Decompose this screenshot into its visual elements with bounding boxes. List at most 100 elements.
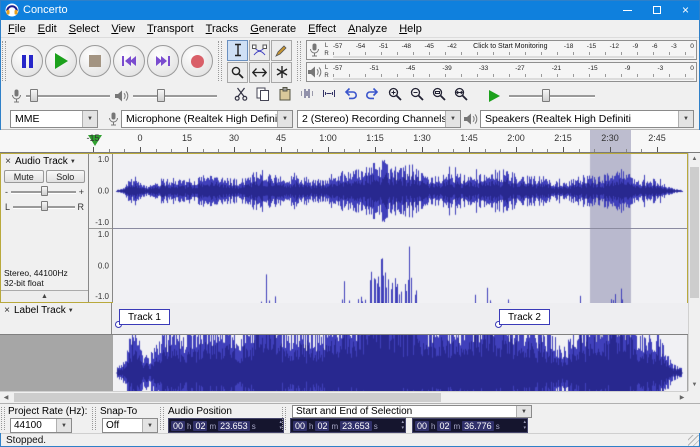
scroll-up-arrow-icon[interactable]: ▲ [689, 153, 700, 165]
recording-channels-combobox[interactable]: 2 (Stereo) Recording Channels▼ [297, 110, 461, 128]
horizontal-scrollbar-thumb[interactable] [14, 393, 441, 402]
envelope-tool-button[interactable] [249, 40, 270, 61]
project-rate-combobox[interactable]: 44100▼ [10, 418, 72, 433]
close-button[interactable]: × [671, 0, 700, 20]
zoom-fit-button[interactable] [450, 86, 471, 107]
minimize-button[interactable] [613, 0, 642, 20]
solo-button[interactable]: Solo [46, 170, 86, 183]
playback-volume-slider-thumb[interactable] [157, 89, 165, 102]
zoom-selection-button[interactable] [428, 86, 449, 107]
scroll-left-arrow-icon[interactable]: ◀ [0, 392, 12, 403]
zoom-out-button[interactable] [406, 86, 427, 107]
undo-button[interactable] [340, 86, 361, 107]
play-button[interactable] [45, 45, 77, 77]
scroll-down-arrow-icon[interactable]: ▼ [689, 379, 700, 391]
play-speed-slider[interactable] [509, 88, 595, 104]
menu-generate[interactable]: Generate [244, 22, 302, 36]
recording-meter[interactable]: LR -57-54-51-48-45-42Click to Start Moni… [306, 40, 697, 60]
vertical-scale-left-channel[interactable]: 1.00.0-1.0 [89, 154, 112, 229]
recording-volume-slider[interactable] [26, 88, 110, 104]
resize-grip[interactable] [688, 435, 700, 447]
scroll-right-arrow-icon[interactable]: ▶ [676, 392, 688, 403]
skip-to-end-button[interactable] [147, 45, 179, 77]
paste-button[interactable] [274, 86, 295, 107]
recording-meter-body[interactable]: -57-54-51-48-45-42Click to Start Monitor… [331, 41, 696, 59]
meter-toolbar-grip[interactable] [297, 41, 301, 81]
timeline-ruler[interactable]: -1501530451:001:151:301:452:002:152:302:… [0, 130, 700, 153]
menu-transport[interactable]: Transport [141, 22, 200, 36]
tools-toolbar-grip[interactable] [218, 41, 222, 81]
selection-tool-button[interactable] [227, 40, 248, 61]
label-text[interactable]: Track 1 [119, 309, 170, 325]
spinner-arrows-icon[interactable]: ▴▾ [399, 420, 404, 431]
snap-grip[interactable] [92, 407, 96, 430]
vertical-scrollbar[interactable]: ▲ ▼ [688, 153, 700, 391]
menu-select[interactable]: Select [63, 22, 106, 36]
horizontal-scrollbar[interactable]: ◀ ▶ [0, 391, 688, 403]
label-track-content[interactable]: Track 1 Track 2 [112, 303, 688, 334]
multi-tool-button[interactable] [271, 62, 292, 83]
draw-tool-button[interactable] [271, 40, 292, 61]
pan-slider-thumb[interactable] [41, 201, 48, 211]
label-track-menu-arrow-icon[interactable]: ▼ [68, 308, 74, 314]
playback-device-combobox[interactable]: Speakers (Realtek High Definiti▼ [480, 110, 694, 128]
label-track-close-button[interactable]: × [1, 305, 13, 317]
selection-grip[interactable] [282, 407, 286, 430]
position-grip[interactable] [160, 407, 164, 430]
audio-position-value[interactable]: 00h02m23.653s [170, 421, 257, 431]
audio-track-title[interactable]: Audio Track [15, 156, 68, 167]
play-speed-slider-thumb[interactable] [542, 89, 550, 102]
menu-effect[interactable]: Effect [302, 22, 342, 36]
menu-analyze[interactable]: Analyze [342, 22, 393, 36]
menu-edit[interactable]: Edit [32, 22, 63, 36]
recording-device-combobox[interactable]: Microphone (Realtek High Defini▼ [121, 110, 293, 128]
menu-help[interactable]: Help [393, 22, 428, 36]
selection-end-timebox[interactable]: 00h02m36.776s ▴▾ [412, 418, 528, 433]
zoom-in-button[interactable] [384, 86, 405, 107]
gain-slider-thumb[interactable] [41, 186, 48, 196]
mute-button[interactable]: Mute [4, 170, 44, 183]
record-button[interactable] [181, 45, 213, 77]
audio-host-combobox[interactable]: MME▼ [10, 110, 98, 128]
trim-audio-button[interactable] [296, 86, 317, 107]
gain-slider[interactable] [11, 185, 76, 198]
copy-button[interactable] [252, 86, 273, 107]
zoom-tool-button[interactable] [227, 62, 248, 83]
playback-meter-body[interactable]: -57-51-45-39-33-27-21-15-9-30 [331, 63, 696, 81]
recording-volume-slider-thumb[interactable] [30, 89, 38, 102]
vertical-scale-right-channel[interactable]: 1.00.0-1.0 [89, 229, 112, 302]
vertical-scrollbar-thumb[interactable] [690, 167, 699, 298]
label-text[interactable]: Track 2 [499, 309, 550, 325]
stop-button[interactable] [79, 45, 111, 77]
pan-slider[interactable] [13, 200, 74, 213]
transport-toolbar-grip[interactable] [2, 41, 6, 81]
menu-file[interactable]: File [2, 22, 32, 36]
selection-mode-combobox[interactable]: Start and End of Selection▼ [292, 405, 532, 418]
selection-end-value[interactable]: 00h02m36.776s [414, 421, 501, 431]
waveform-left-channel[interactable] [113, 154, 687, 229]
spinner-arrows-icon[interactable]: ▴▾ [521, 420, 526, 431]
playback-meter[interactable]: LR -57-51-45-39-33-27-21-15-9-30 [306, 62, 697, 82]
silence-audio-button[interactable] [318, 86, 339, 107]
selection-toolbar-grip[interactable] [1, 407, 5, 430]
skip-to-start-button[interactable] [113, 45, 145, 77]
monitoring-hint[interactable]: Click to Start Monitoring [470, 42, 550, 51]
audio-track-close-button[interactable]: × [2, 156, 14, 168]
timeshift-tool-button[interactable] [249, 62, 270, 83]
label-track-title[interactable]: Label Track [14, 305, 66, 316]
redo-button[interactable] [362, 86, 383, 107]
pause-button[interactable] [11, 45, 43, 77]
maximize-button[interactable] [642, 0, 671, 20]
playback-volume-slider[interactable] [133, 88, 217, 104]
title-bar[interactable]: Concerto × [0, 0, 700, 20]
cut-button[interactable] [230, 86, 251, 107]
menu-view[interactable]: View [105, 22, 141, 36]
snap-to-combobox[interactable]: Off▼ [102, 418, 158, 433]
audio-position-timebox[interactable]: 00h02m23.653s ▴▾ [168, 418, 284, 433]
menu-tracks[interactable]: Tracks [200, 22, 245, 36]
selection-start-value[interactable]: 00h02m23.653s [292, 421, 379, 431]
audio-track-menu-arrow-icon[interactable]: ▼ [70, 159, 76, 165]
collapse-track-button[interactable]: ▲ [1, 290, 88, 302]
selection-start-timebox[interactable]: 00h02m23.653s ▴▾ [290, 418, 406, 433]
play-at-speed-button[interactable] [484, 86, 505, 107]
